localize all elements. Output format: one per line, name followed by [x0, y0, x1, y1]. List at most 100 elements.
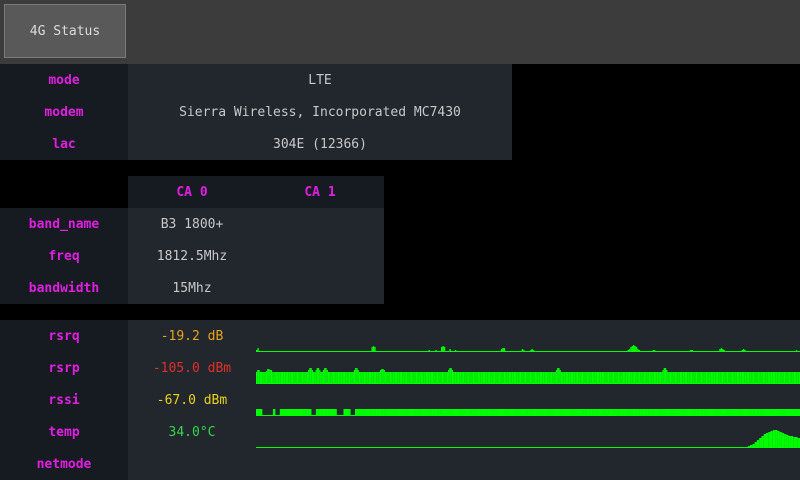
rsrp-bar: [709, 372, 711, 384]
rsrp-bar: [640, 372, 642, 384]
rsrp-bar: [435, 372, 437, 384]
rsrp-bar: [434, 372, 436, 384]
rsrp-bar: [448, 370, 450, 384]
temp-bar: [777, 431, 780, 448]
rsrp-bar: [479, 372, 481, 384]
rsrp-bar: [269, 370, 271, 384]
rsrp-bar: [329, 372, 331, 384]
rsrp-bar: [320, 372, 322, 384]
tab-4g-status[interactable]: 4G Status: [4, 4, 126, 58]
rsrp-bar: [309, 368, 311, 384]
rsrp-bar: [637, 372, 639, 384]
rsrp-bar: [262, 372, 264, 384]
rsrp-bar: [412, 372, 414, 384]
rsrp-bar: [419, 372, 421, 384]
rsrp-bar: [522, 372, 524, 384]
rsrp-bar: [513, 372, 515, 384]
rsrp-bar: [407, 372, 409, 384]
lac-label: lac: [0, 128, 128, 160]
temp-graph: [256, 430, 800, 448]
rsrp-bar: [313, 372, 315, 384]
rsrp-bar: [487, 372, 489, 384]
rsrq-bar: [633, 345, 635, 352]
rssi-bar: [261, 409, 263, 416]
rsrp-bar: [457, 372, 460, 384]
rsrp-bar: [470, 372, 472, 384]
rsrp-bar: [462, 372, 465, 384]
rsrp-bar: [519, 372, 522, 384]
rsrp-bar: [348, 372, 351, 384]
rsrp-bar: [771, 372, 773, 384]
rsrp-bar: [378, 372, 380, 384]
rsrp-bar: [507, 372, 509, 384]
rsrp-bar: [591, 372, 594, 384]
rsrp-bar: [335, 372, 337, 384]
rsrp-bar: [321, 372, 323, 384]
rsrp-bar: [365, 372, 367, 384]
rsrp-bar: [409, 372, 411, 384]
rsrp-bar: [356, 368, 358, 384]
rsrp-bar: [534, 372, 537, 384]
rsrp-bar: [481, 372, 483, 384]
rsrp-bar: [672, 372, 674, 384]
top-bar: 4G Status: [0, 0, 800, 64]
rsrp-bar: [719, 372, 721, 384]
rsrp-bar: [379, 370, 382, 384]
rsrp-bar: [607, 372, 610, 384]
rsrp-bar: [683, 372, 685, 384]
rsrp-bar: [367, 372, 369, 384]
rsrp-bar: [705, 372, 708, 384]
rsrp-bar: [785, 372, 787, 384]
rsrp-bar: [400, 372, 403, 384]
rsrp-bar: [263, 372, 265, 384]
rsrp-bar: [741, 372, 743, 384]
rsrp-bar: [615, 372, 617, 384]
rsrp-bar: [559, 370, 561, 384]
rsrp-bar: [527, 372, 529, 384]
rsrp-bar: [781, 372, 783, 384]
rsrp-bar: [602, 372, 605, 384]
rsrp-bar: [396, 372, 398, 384]
rsrp-bar: [502, 372, 504, 384]
rsrp-bar: [636, 372, 638, 384]
rsrp-bar: [382, 369, 384, 384]
rsrp-bar: [392, 372, 394, 384]
rsrp-bar: [656, 372, 658, 384]
rsrp-bar: [476, 372, 478, 384]
freq-ca0: 1812.5Mhz: [128, 240, 256, 272]
rsrp-bar: [537, 372, 539, 384]
rsrp-bar: [684, 372, 686, 384]
rsrp-bar: [460, 372, 462, 384]
rsrp-bar: [749, 372, 751, 384]
rsrp-bar: [510, 372, 512, 384]
rsrp-bar: [417, 372, 419, 384]
rsrp-bar: [444, 372, 446, 384]
temp-label: temp: [0, 416, 128, 448]
rsrp-bar: [576, 372, 579, 384]
rsrp-bar: [486, 372, 488, 384]
rsrp-bar: [766, 372, 768, 384]
rsrp-bar: [440, 372, 442, 384]
rsrp-bar: [614, 372, 616, 384]
rssi-bar: [335, 409, 337, 416]
rsrp-bar: [594, 372, 596, 384]
rsrp-bar: [583, 372, 585, 384]
rsrp-bar: [569, 372, 571, 384]
rsrp-bar: [288, 372, 290, 384]
rsrp-bar: [778, 372, 781, 384]
rsrp-bar: [472, 372, 475, 384]
rsrp-bar: [422, 372, 424, 384]
rsrp-bar: [564, 372, 566, 384]
rsrp-bar: [425, 372, 428, 384]
rsrp-bar: [622, 372, 625, 384]
rsrp-bar: [308, 370, 310, 384]
rsrp-bar: [554, 372, 556, 384]
rsrp-bar: [752, 372, 755, 384]
rssi-graph: [256, 409, 800, 416]
rsrp-label: rsrp: [0, 352, 128, 384]
rsrp-bar: [368, 372, 371, 384]
rsrp-bar: [536, 372, 538, 384]
rsrp-bar: [259, 372, 261, 384]
rsrp-bar: [716, 372, 719, 384]
rsrp-bar: [545, 372, 548, 384]
